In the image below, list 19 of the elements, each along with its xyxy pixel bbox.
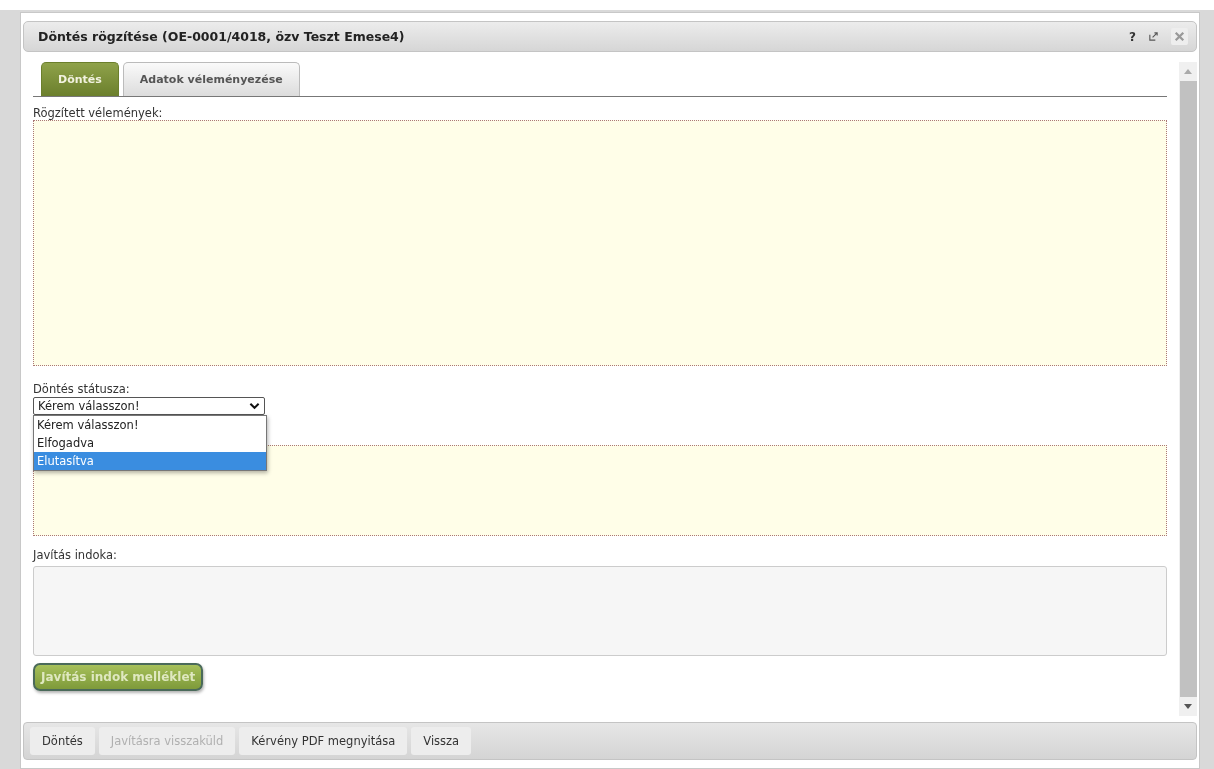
scrollbar[interactable] [1179,62,1197,716]
scroll-up-icon[interactable] [1184,69,1192,74]
dropdown-option[interactable]: Kérem válasszon! [34,416,266,434]
popout-icon[interactable] [1148,31,1159,42]
field-label: Javítás indoka: [33,548,118,562]
window-title: Döntés rögzítése (OE-0001/4018, özv Teszt Emese4) [38,29,405,44]
close-icon[interactable] [1171,28,1188,45]
status-dropdown[interactable]: Kérem válasszon! [33,397,265,415]
scroll-down-icon[interactable] [1184,704,1192,709]
field-label: Döntés státusza: [33,382,131,396]
footer-button[interactable]: Döntés [30,727,95,755]
footer-button[interactable]: Kérvény PDF megnyitása [239,727,408,755]
footer-button[interactable]: Vissza [411,727,472,755]
help-button[interactable]: ? [1129,29,1136,44]
field-label: Rögzített vélemények: [33,106,164,120]
dropdown-option[interactable]: Elfogadva [34,434,266,452]
chevron-down-icon [249,402,260,410]
reason-field[interactable] [33,566,1167,656]
tab[interactable]: Adatok véleményezése [122,62,300,96]
